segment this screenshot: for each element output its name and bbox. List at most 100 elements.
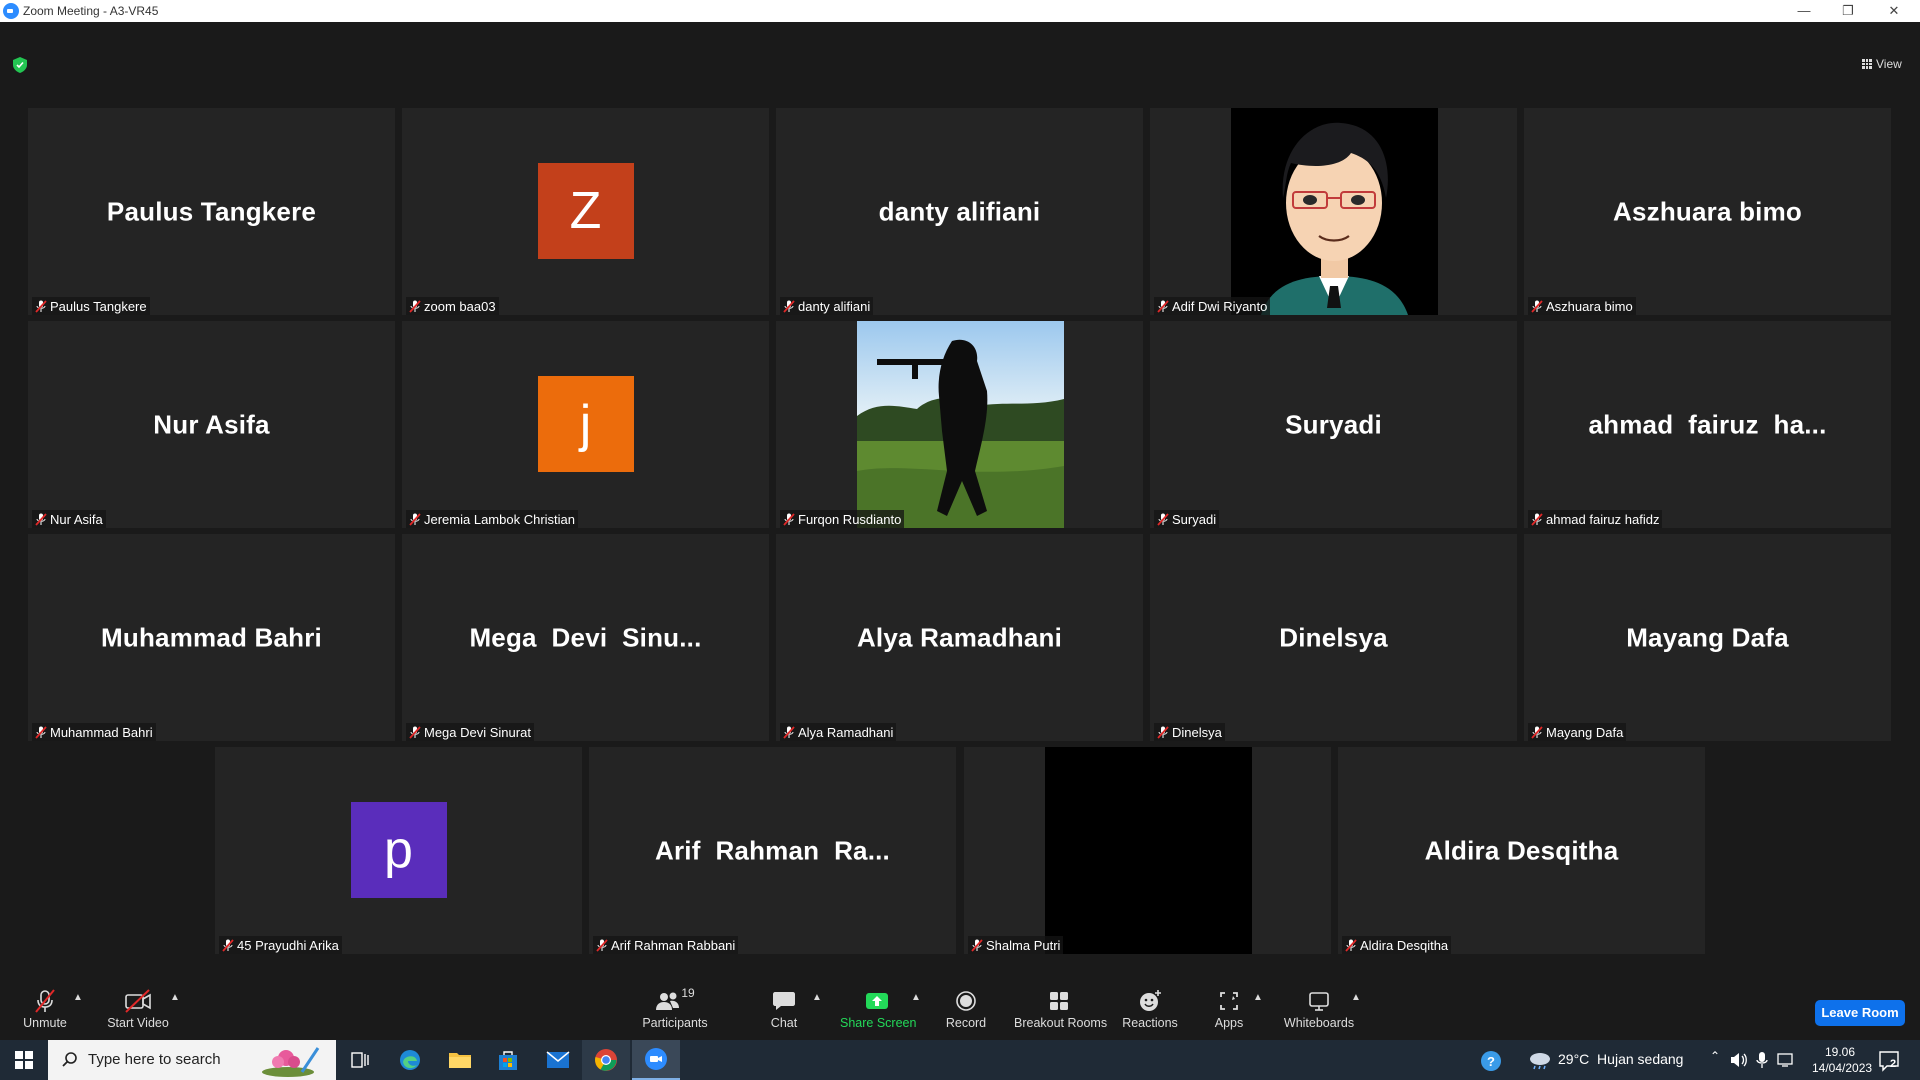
task-view-button[interactable] (336, 1040, 384, 1080)
muted-mic-icon (35, 512, 47, 526)
participants-button[interactable]: 19 Participants (640, 986, 710, 1030)
participant-name-label: ahmad fairuz hafidz (1528, 510, 1663, 528)
participant-display-name: Paulus Tangkere (106, 196, 317, 226)
zoom-taskbar-button[interactable] (632, 1040, 680, 1080)
participant-name-label: Dinelsya (1154, 723, 1225, 741)
help-question-icon[interactable]: ? (1480, 1050, 1502, 1072)
participant-tile[interactable]: Aldira Desqitha Aldira Desqitha (1338, 747, 1705, 954)
reactions-label: Reactions (1122, 1016, 1178, 1030)
participant-name-label: danty alifiani (780, 297, 874, 315)
participant-avatar: j (537, 376, 634, 472)
participant-tile[interactable]: danty alifiani danty alifiani (776, 108, 1143, 315)
whiteboards-button[interactable]: Whiteboards (1282, 988, 1356, 1030)
video-options-caret-icon[interactable]: ▲ (170, 992, 180, 1003)
muted-mic-icon (1157, 725, 1169, 739)
view-button[interactable]: View (1862, 57, 1902, 71)
participant-name: Mayang Dafa (1546, 724, 1624, 740)
window-title-bar: Zoom Meeting - A3-VR45 — ❐ ✕ (0, 0, 1920, 22)
minimize-button[interactable]: — (1784, 1, 1824, 21)
participant-tile[interactable]: Alya Ramadhani Alya Ramadhani (776, 534, 1143, 741)
weather-rain-cloud-icon[interactable] (1527, 1050, 1553, 1070)
participant-tile[interactable]: Suryadi Suryadi (1150, 321, 1517, 528)
close-window-button[interactable]: ✕ (1874, 1, 1914, 21)
apps-options-caret-icon[interactable]: ▲ (1253, 992, 1263, 1003)
participant-tile[interactable]: Dinelsya Dinelsya (1150, 534, 1517, 741)
participant-tile[interactable]: ahmad fairuz ha... ahmad fairuz hafidz (1524, 321, 1891, 528)
participant-name-label: Arif Rahman Rabbani (593, 936, 739, 954)
participant-tile[interactable]: Aszhuara bimo Aszhuara bimo (1524, 108, 1891, 315)
start-button[interactable] (0, 1040, 48, 1080)
participant-name: Dinelsya (1172, 724, 1222, 740)
store-taskbar-button[interactable] (484, 1040, 532, 1080)
share-options-caret-icon[interactable]: ▲ (911, 992, 921, 1003)
participant-tile[interactable]: p 45 Prayudhi Arika (215, 747, 582, 954)
participant-name: Aszhuara bimo (1546, 298, 1633, 314)
record-button[interactable]: Record (944, 988, 988, 1030)
weather-text[interactable]: 29°C Hujan sedang (1558, 1051, 1683, 1067)
start-video-button[interactable]: Start Video (106, 988, 170, 1030)
participant-display-name: Suryadi (1285, 409, 1382, 439)
participant-tile[interactable]: Muhammad Bahri Muhammad Bahri (28, 534, 395, 741)
participant-tile[interactable]: Shalma Putri (964, 747, 1331, 954)
file-explorer-taskbar-button[interactable] (436, 1040, 484, 1080)
edge-taskbar-button[interactable] (386, 1040, 434, 1080)
participant-tile[interactable]: Adif Dwi Riyanto (1150, 108, 1517, 315)
reactions-button[interactable]: Reactions (1122, 988, 1178, 1030)
speaker-volume-icon[interactable] (1730, 1052, 1748, 1068)
unmute-button[interactable]: Unmute (20, 988, 70, 1030)
participant-name: ahmad fairuz hafidz (1546, 511, 1660, 527)
participant-name: Shalma Putri (986, 937, 1061, 953)
reactions-smiley-icon (1140, 990, 1161, 1011)
mail-icon (546, 1051, 570, 1068)
taskbar-search-box[interactable]: Type here to search (48, 1040, 336, 1080)
participant-name-label: 45 Prayudhi Arika (219, 936, 342, 954)
participant-tile[interactable]: Mayang Dafa Mayang Dafa (1524, 534, 1891, 741)
participant-tile[interactable]: Arif Rahman Ra... Arif Rahman Rabbani (589, 747, 956, 954)
record-label: Record (945, 1016, 987, 1030)
encryption-shield-icon[interactable] (13, 57, 27, 73)
chrome-taskbar-button[interactable] (582, 1040, 630, 1080)
participant-display-name: Dinelsya (1279, 622, 1388, 652)
breakout-rooms-label: Breakout Rooms (1014, 1016, 1108, 1030)
clock[interactable]: 19.06 14/04/2023 (1812, 1044, 1873, 1076)
participant-tile[interactable]: Zzoom baa03 (402, 108, 769, 315)
muted-mic-icon (409, 512, 421, 526)
mail-taskbar-button[interactable] (534, 1040, 582, 1080)
restore-button[interactable]: ❐ (1828, 1, 1868, 21)
svg-text:?: ? (1487, 1054, 1495, 1069)
microphone-tray-icon[interactable] (1756, 1051, 1768, 1069)
whiteboards-options-caret-icon[interactable]: ▲ (1351, 992, 1361, 1003)
leave-room-button[interactable]: Leave Room (1815, 1000, 1905, 1026)
audio-options-caret-icon[interactable]: ▲ (73, 992, 83, 1003)
clock-date: 14/04/2023 (1812, 1061, 1873, 1075)
clock-time: 19.06 (1824, 1045, 1856, 1059)
zoom-app-icon (645, 1048, 667, 1070)
muted-mic-icon (1157, 299, 1169, 313)
participant-name: 45 Prayudhi Arika (237, 937, 339, 953)
participant-avatar: Z (537, 163, 634, 259)
breakout-rooms-button[interactable]: Breakout Rooms (1014, 988, 1108, 1030)
chat-button[interactable]: Chat (763, 988, 805, 1030)
unmute-label: Unmute (23, 1016, 67, 1030)
participant-name-label: Jeremia Lambok Christian (406, 510, 579, 528)
muted-mic-icon (783, 512, 795, 526)
muted-mic-icon (409, 299, 421, 313)
participant-tile[interactable]: Mega Devi Sinu... Mega Devi Sinurat (402, 534, 769, 741)
black-video-feed (1044, 747, 1252, 954)
show-hidden-icons-chevron-icon[interactable]: ⌃ (1710, 1049, 1720, 1063)
participant-tile[interactable]: Paulus Tangkere Paulus Tangkere (28, 108, 395, 315)
windows-logo-icon (15, 1051, 33, 1069)
participant-name-label: Mega Devi Sinurat (406, 723, 534, 741)
participant-tile[interactable]: Nur Asifa Nur Asifa (28, 321, 395, 528)
chat-options-caret-icon[interactable]: ▲ (812, 992, 822, 1003)
share-screen-button[interactable]: Share Screen (840, 988, 916, 1030)
zoom-logo-icon (3, 3, 19, 19)
apps-button[interactable]: Apps (1212, 988, 1246, 1030)
meeting-toolbar: Unmute ▲ Start Video ▲ 19 Participants C… (0, 970, 1920, 1040)
participant-name-label: Paulus Tangkere (32, 297, 150, 315)
network-ethernet-icon[interactable] (1777, 1052, 1795, 1068)
task-view-icon (351, 1052, 369, 1068)
participant-name: Arif Rahman Rabbani (611, 937, 736, 953)
participant-tile[interactable]: j Jeremia Lambok Christian (402, 321, 769, 528)
participant-tile[interactable]: Furqon Rusdianto (776, 321, 1143, 528)
